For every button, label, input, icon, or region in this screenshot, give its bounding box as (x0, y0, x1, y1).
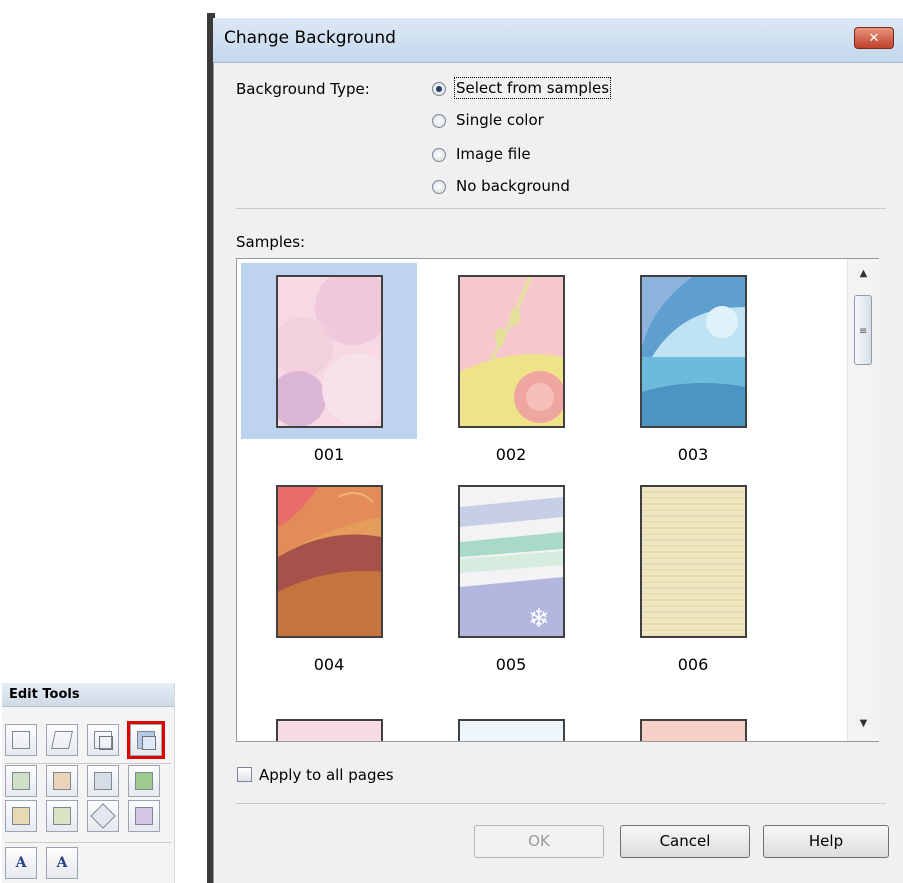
sample-art-003 (642, 277, 745, 426)
radio-label-no-background[interactable]: No background (456, 177, 570, 195)
scroll-thumb[interactable]: ≡ (854, 295, 872, 365)
sample-thumbnail (458, 275, 565, 428)
close-button[interactable]: ✕ (854, 27, 894, 49)
edit-text-icon: A (56, 855, 68, 871)
sample-thumbnail-partial[interactable] (276, 719, 383, 741)
front-back-icon (12, 807, 30, 825)
layout-button[interactable] (5, 724, 37, 756)
sample-caption: 001 (313, 445, 345, 464)
divider (236, 208, 886, 209)
add-page-button[interactable] (87, 724, 119, 756)
insert-image-button[interactable] (128, 765, 160, 797)
radio-no-background[interactable] (432, 180, 446, 194)
add-page-icon-overlay (99, 736, 113, 750)
crop-icon (90, 803, 116, 829)
swap-image-icon (53, 772, 71, 790)
radio-single-color[interactable] (432, 114, 446, 128)
radio-image-file[interactable] (432, 148, 446, 162)
image-frame-button[interactable] (87, 765, 119, 797)
radio-label-single-color[interactable]: Single color (456, 111, 544, 129)
tools-divider (5, 763, 171, 764)
swap-image-button[interactable] (46, 765, 78, 797)
sample-thumbnail: ❄ (458, 485, 565, 638)
front-back-button[interactable] (5, 800, 37, 832)
layout-icon (12, 731, 30, 749)
tools-divider (5, 842, 171, 843)
cancel-button[interactable]: Cancel (620, 825, 750, 858)
sample-caption: 002 (495, 445, 527, 464)
edit-page-button[interactable] (46, 724, 78, 756)
sample-thumbnail-partial[interactable] (458, 719, 565, 741)
arrange-button[interactable] (46, 800, 78, 832)
svg-text:❄: ❄ (528, 604, 550, 634)
add-image-icon (12, 772, 30, 790)
sample-thumbnail-partial[interactable] (640, 719, 747, 741)
sample-art-002 (460, 277, 563, 426)
image-frame-icon (94, 772, 112, 790)
sample-caption: 004 (313, 655, 345, 674)
grip-icon: ≡ (859, 326, 868, 337)
arrange-icon (53, 807, 71, 825)
insert-image-icon (135, 772, 153, 790)
sample-caption: 006 (677, 655, 709, 674)
sample-art-005: ❄ (460, 497, 563, 636)
sample-thumbnail (276, 485, 383, 638)
add-image-button[interactable] (5, 765, 37, 797)
crop-button[interactable] (87, 800, 119, 832)
edit-text-button[interactable]: A (46, 847, 78, 879)
samples-list[interactable]: 001 002 003 004 ❄ 005 006 (236, 258, 879, 742)
sample-thumbnail (640, 275, 747, 428)
sample-caption: 005 (495, 655, 527, 674)
add-text-icon: A (15, 855, 27, 871)
sample-art-004 (278, 487, 381, 636)
sample-thumbnail (640, 485, 747, 638)
ok-button[interactable]: OK (474, 825, 604, 858)
dialog-title: Change Background (224, 28, 396, 48)
correct-image-icon (135, 807, 153, 825)
scroll-down-icon[interactable]: ▼ (848, 711, 879, 737)
help-button[interactable]: Help (763, 825, 889, 858)
sample-art-001 (278, 277, 381, 426)
apply-to-all-label[interactable]: Apply to all pages (259, 766, 394, 784)
background-type-label: Background Type: (236, 80, 370, 98)
sample-thumbnail (276, 275, 383, 428)
scroll-up-icon[interactable]: ▲ (848, 261, 879, 287)
highlight-box (127, 721, 165, 759)
sample-caption: 003 (677, 445, 709, 464)
radio-label-select-from-samples[interactable]: Select from samples (453, 77, 612, 99)
divider (236, 803, 886, 804)
edit-tools-title: Edit Tools (2, 683, 174, 707)
apply-to-all-checkbox[interactable] (237, 767, 252, 782)
radio-label-image-file[interactable]: Image file (456, 145, 531, 163)
radio-select-from-samples[interactable] (432, 82, 446, 96)
samples-scrollbar[interactable]: ▲ ≡ ▼ (847, 259, 879, 741)
correct-image-button[interactable] (128, 800, 160, 832)
close-icon: ✕ (868, 31, 880, 46)
samples-label: Samples: (236, 233, 306, 251)
add-text-button[interactable]: A (5, 847, 37, 879)
edit-page-icon (51, 731, 73, 749)
